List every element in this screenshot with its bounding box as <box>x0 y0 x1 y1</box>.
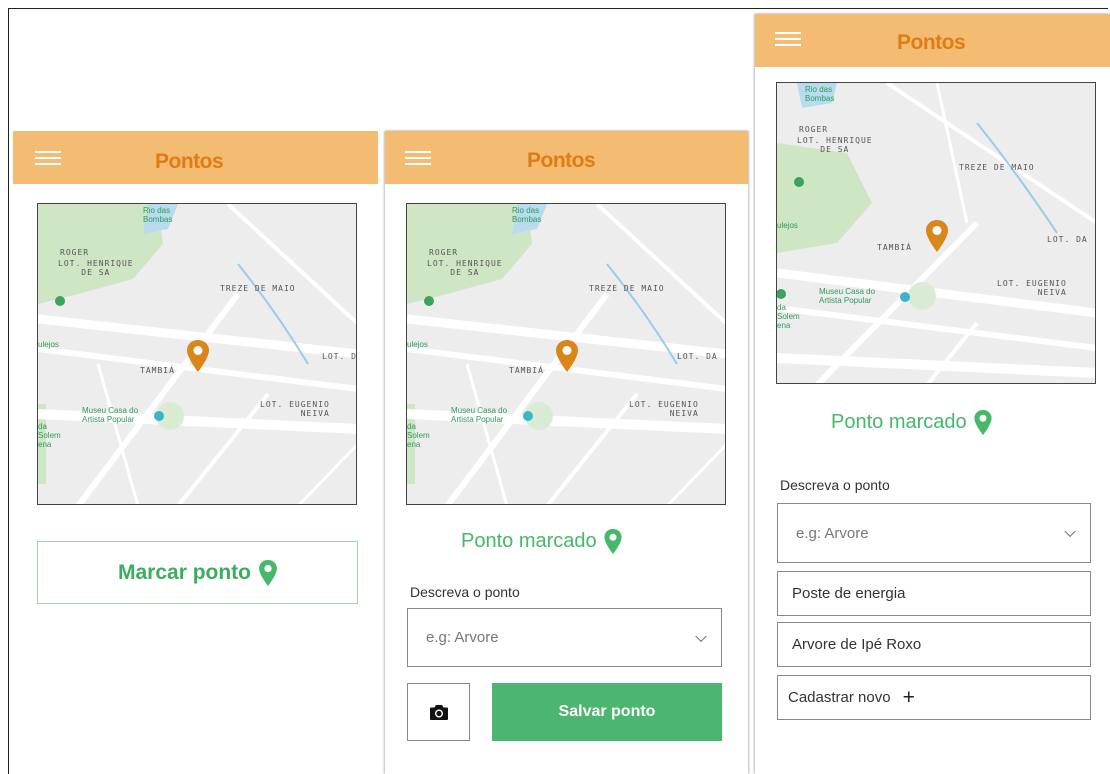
map-label-treze: TREZE DE MAIO <box>959 163 1035 172</box>
map-label-roger: ROGER <box>60 248 90 257</box>
add-new-option[interactable]: Cadastrar novo + <box>777 675 1091 720</box>
map-label-tambia: TAMBIÁ <box>509 366 544 375</box>
map-label-lot-da: LOT. DA <box>1047 235 1088 244</box>
point-marked-label: Ponto marcado <box>831 411 967 433</box>
menu-icon[interactable] <box>35 151 61 165</box>
map-pin-icon <box>556 340 578 372</box>
location-pin-icon <box>974 410 992 435</box>
app-header: Pontos <box>13 131 378 184</box>
map-label-mejos: ulejos <box>407 340 428 349</box>
chevron-down-icon <box>695 630 707 642</box>
app-header: Pontos <box>755 14 1110 67</box>
save-point-button[interactable]: Salvar ponto <box>492 683 722 741</box>
describe-select[interactable]: e.g: Arvore <box>407 608 722 667</box>
page-title: Pontos <box>527 149 596 172</box>
point-marked-label: Ponto marcado <box>461 530 597 552</box>
describe-select[interactable]: e.g: Arvore <box>777 503 1091 563</box>
map-label-museu: Museu Casa do Artista Popular <box>819 287 876 305</box>
select-option-label: Arvore de Ipé Roxo <box>792 636 922 653</box>
map-label-treze: TREZE DE MAIO <box>589 284 665 293</box>
map-label-tambia: TAMBIÁ <box>877 243 912 252</box>
map-label-lot-eugenio: LOT. EUGENIO NEIVA <box>997 279 1067 297</box>
map-label-lot-da: LOT. DA <box>322 352 357 361</box>
map-label-tambia: TAMBIÁ <box>140 366 175 375</box>
map-label-river: Rio das Bombas <box>805 85 835 103</box>
map-label-mejos: ulejos <box>38 340 59 349</box>
map-view[interactable]: Rio das Bombas ROGER LOT. HENRIQUE DE SA… <box>776 82 1096 384</box>
map-label-solem: da Solem ena <box>407 422 430 449</box>
menu-icon[interactable] <box>405 151 431 165</box>
chevron-down-icon <box>1064 525 1076 538</box>
describe-label: Descreva o ponto <box>410 584 520 600</box>
map-label-lot-henrique: LOT. HENRIQUE DE SA <box>797 136 873 154</box>
select-option-label: Poste de energia <box>792 585 906 602</box>
map-pin-icon <box>926 220 948 252</box>
select-placeholder: e.g: Arvore <box>796 524 869 542</box>
select-option[interactable]: Poste de energia <box>777 571 1091 616</box>
camera-button[interactable] <box>407 683 470 741</box>
select-option[interactable]: Arvore de Ipé Roxo <box>777 622 1091 667</box>
map-view[interactable]: Rio das Bombas ROGER LOT. HENRIQUE DE SA… <box>406 203 726 505</box>
map-view[interactable]: Rio das Bombas ROGER LOT. HENRIQUE DE SA… <box>37 203 357 505</box>
map-label-lot-henrique: LOT. HENRIQUE DE SA <box>427 259 503 277</box>
select-placeholder: e.g: Arvore <box>426 629 499 646</box>
page-title: Pontos <box>897 31 966 54</box>
point-marked-status: Ponto marcado <box>831 410 992 435</box>
app-header: Pontos <box>385 131 748 184</box>
map-label-lot-eugenio: LOT. EUGENIO NEIVA <box>629 400 699 418</box>
add-new-label: Cadastrar novo <box>788 689 891 706</box>
map-label-treze: TREZE DE MAIO <box>220 284 296 293</box>
plus-icon: + <box>902 686 915 709</box>
map-label-lot-da: LOT. DA <box>677 352 718 361</box>
map-pin-icon <box>187 340 209 372</box>
mark-point-label: Marcar ponto <box>117 560 251 584</box>
map-label-solem: da Solem ena <box>38 422 61 449</box>
map-label-museu: Museu Casa do Artista Popular <box>82 406 139 424</box>
screen-describe-point: Pontos Rio das Bombas ROGER LOT. HENRIQU… <box>385 131 748 774</box>
map-label-river: Rio das Bombas <box>512 206 542 224</box>
map-label-roger: ROGER <box>799 125 829 134</box>
screen-mark-point: Pontos Rio das Bombas ROGER LOT. HENRIQU… <box>13 131 378 774</box>
menu-icon[interactable] <box>775 32 801 46</box>
point-marked-status: Ponto marcado <box>461 529 622 554</box>
page-title: Pontos <box>155 150 224 173</box>
map-label-lot-henrique: LOT. HENRIQUE DE SA <box>58 259 134 277</box>
map-label-lot-eugenio: LOT. EUGENIO NEIVA <box>260 400 330 418</box>
location-pin-icon <box>259 559 277 586</box>
map-label-river: Rio das Bombas <box>143 206 173 224</box>
camera-icon <box>429 704 448 720</box>
map-label-solem: da Solem ena <box>777 303 800 330</box>
location-pin-icon <box>604 529 622 554</box>
screen-select-point-type: Pontos Rio das Bombas ROGER LOT. HENRIQU… <box>755 14 1110 774</box>
save-point-label: Salvar ponto <box>558 703 656 720</box>
map-label-mejos: ulejos <box>777 221 798 230</box>
describe-label: Descreva o ponto <box>780 477 890 493</box>
mark-point-button[interactable]: Marcar ponto <box>37 541 358 604</box>
map-label-museu: Museu Casa do Artista Popular <box>451 406 508 424</box>
map-label-roger: ROGER <box>429 248 459 257</box>
